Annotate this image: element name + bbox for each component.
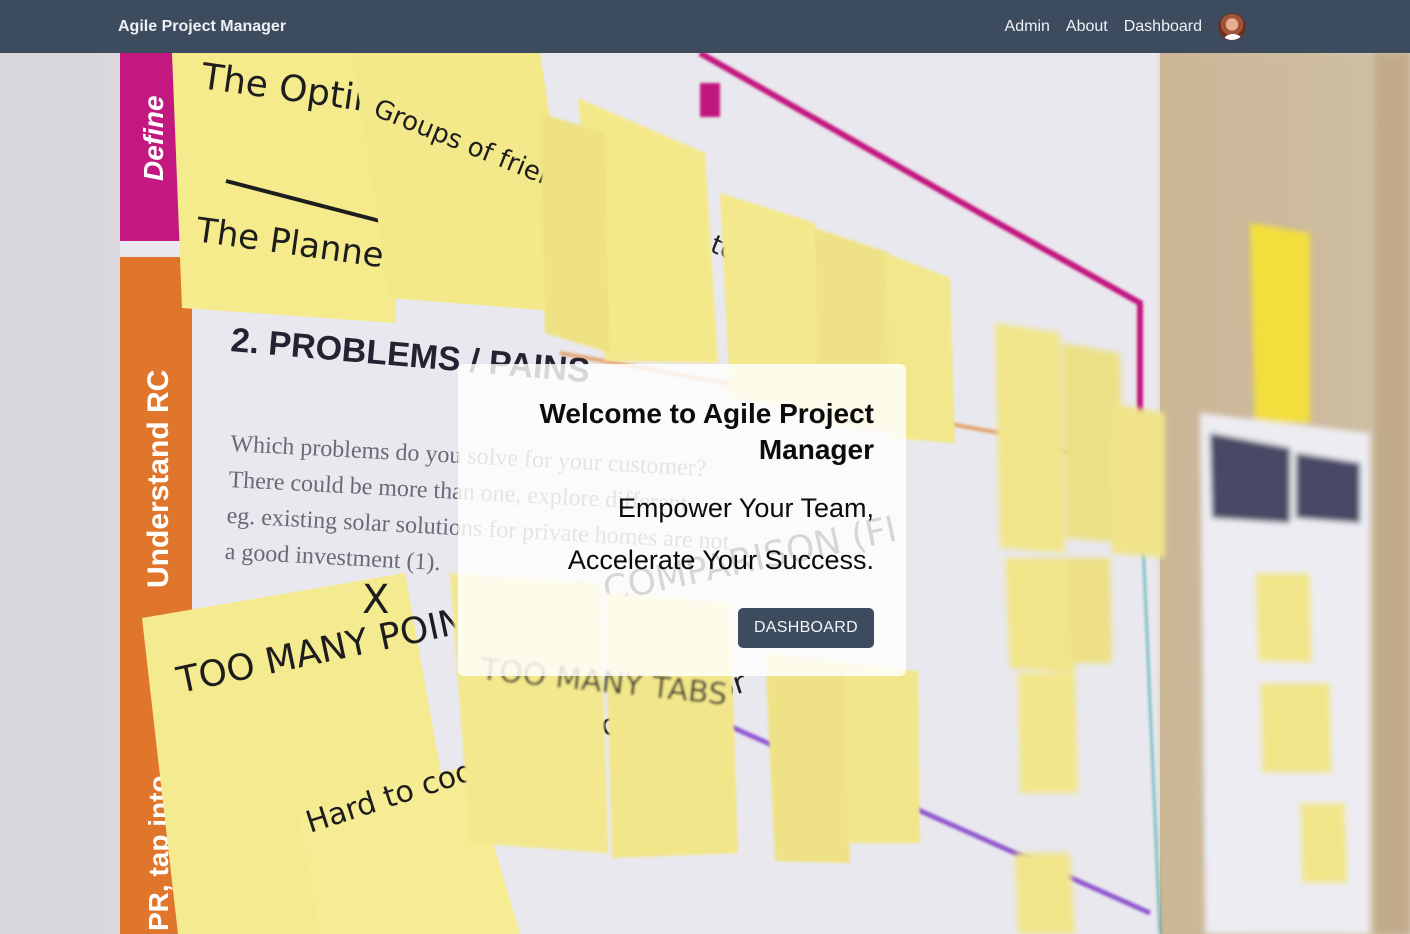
board-define-label: Define [138,95,169,181]
dashboard-button[interactable]: DASHBOARD [737,608,874,648]
board-understand-label: Understand RC [142,370,175,588]
welcome-card: Welcome to Agile Project Manager Empower… [458,364,906,676]
brand-link[interactable]: Agile Project Manager [118,18,286,36]
tagline-line-2: Accelerate Your Success. [567,545,874,575]
nav-link-about[interactable]: About [1066,18,1108,36]
welcome-title: Welcome to Agile Project Manager [539,398,874,465]
nav-links: Admin About Dashboard [989,13,1246,41]
tagline: Empower Your Team, Accelerate Your Succe… [490,482,874,586]
nav-link-dashboard[interactable]: Dashboard [1124,18,1202,36]
nav-link-admin[interactable]: Admin [1005,18,1050,36]
user-avatar-icon[interactable] [1218,13,1246,41]
top-navbar: Agile Project Manager Admin About Dashbo… [0,0,1410,53]
tagline-line-1: Empower Your Team, [617,493,874,523]
